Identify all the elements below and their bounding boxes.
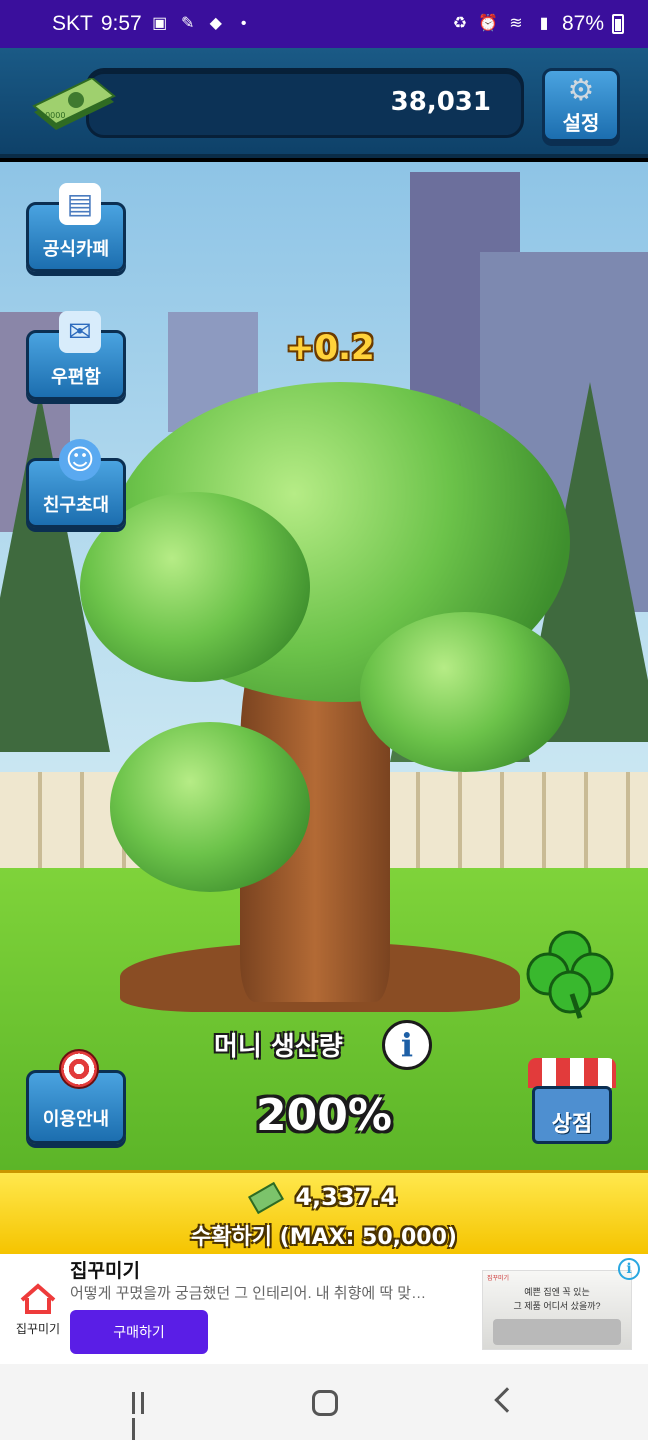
info-button[interactable]: i (382, 1020, 432, 1070)
info-icon: i (400, 1026, 414, 1064)
mail-icon: ✉ (59, 311, 101, 353)
cafe-button[interactable]: ▤ 공식카페 (26, 183, 126, 272)
ad-brand-logo[interactable]: 집꾸미기 (12, 1282, 64, 1337)
back-icon[interactable] (494, 1387, 520, 1413)
ad-banner[interactable]: 집꾸미기 집꾸미기 어떻게 꾸몄을까 궁금했던 그 인테리어. 내 취향에 딱 … (0, 1254, 648, 1364)
status-bar: SKT 9:57 ▣ ✎ ◆ • ♻ ⏰ ≋ ▮ 87% (0, 0, 648, 48)
ad-image-brand: 집꾸미기 (487, 1276, 510, 1282)
signal-icon: ▮ (539, 15, 549, 32)
harvest-label: 수확하기 (MAX: 50,000) (191, 1225, 457, 1250)
tree-canopy (110, 722, 310, 892)
guide-button[interactable]: 이용안내 (26, 1049, 126, 1144)
recycle-icon: ♻ (452, 15, 468, 32)
navigation-bar (0, 1364, 648, 1440)
game-scene[interactable]: +0.2 ▤ 공식카페 ✉ 우편함 ☺ 친구초대 이용안내 머니 생산량 i 2… (0, 162, 648, 1170)
shop-label: 상점 (551, 1112, 593, 1137)
harvest-button[interactable]: 4,337.4 수확하기 (MAX: 50,000) (0, 1170, 648, 1254)
floating-gain-text: +0.2 (286, 328, 375, 368)
cash-icon (247, 1181, 284, 1215)
production-value: 200% (256, 1090, 392, 1141)
dot-icon: • (240, 15, 247, 32)
svg-text:10000: 10000 (40, 111, 65, 120)
cafe-label: 공식카페 (42, 239, 110, 260)
chat-face-icon: ☺ (59, 439, 101, 481)
mailbox-label: 우편함 (51, 367, 101, 388)
ad-buy-button[interactable]: 구매하기 (70, 1310, 208, 1354)
cash-stack-icon: 10000 (32, 78, 116, 130)
mailbox-button[interactable]: ✉ 우편함 (26, 311, 126, 400)
edit-icon: ✎ (181, 15, 195, 32)
status-left: SKT 9:57 ▣ ✎ ◆ • (52, 12, 254, 36)
gear-icon: ⚙ (567, 73, 595, 108)
carrier-label: SKT (52, 12, 93, 35)
settings-button[interactable]: ⚙ 설정 (542, 68, 620, 142)
guide-label: 이용안내 (42, 1109, 110, 1130)
newspaper-icon: ▤ (59, 183, 101, 225)
money-value: 38,031 (390, 87, 491, 117)
shop-button[interactable]: 상점 (528, 1058, 616, 1146)
ad-info-icon[interactable]: i (618, 1258, 640, 1280)
shop-awning-icon (528, 1058, 616, 1088)
alarm-icon: ⏰ (478, 15, 498, 32)
pill-icon: ◆ (209, 15, 222, 32)
tree-canopy (360, 612, 570, 772)
ad-title[interactable]: 집꾸미기 (70, 1256, 140, 1283)
wifi-icon: ≋ (509, 15, 523, 32)
invite-friend-button[interactable]: ☺ 친구초대 (26, 439, 126, 528)
clover-icon[interactable] (524, 928, 616, 1020)
gallery-icon: ▣ (152, 15, 168, 32)
ad-brand-name: 집꾸미기 (15, 1322, 61, 1336)
clock: 9:57 (100, 12, 142, 35)
status-right: ♻ ⏰ ≋ ▮ 87% (450, 12, 624, 36)
ad-description: 어떻게 꾸몄을까 궁금했던 그 인테리어. 내 취향에 딱 맞… (70, 1285, 427, 1302)
ad-image-text-2: 그 제품 어디서 샀을까? (513, 1301, 601, 1311)
ad-image-text-1: 예쁜 집엔 꼭 있는 (524, 1287, 590, 1297)
battery-icon (612, 14, 624, 34)
money-panel: 38,031 (86, 68, 524, 138)
production-label: 머니 생산량 (214, 1032, 343, 1062)
harvest-amount: 4,337.4 (295, 1183, 398, 1211)
invite-label: 친구초대 (42, 495, 110, 516)
bed-illustration (493, 1319, 621, 1345)
ad-image[interactable]: 집꾸미기 예쁜 집엔 꼭 있는 그 제품 어디서 샀을까? (482, 1270, 632, 1350)
recent-apps-icon[interactable] (132, 1392, 156, 1440)
house-icon (20, 1283, 56, 1314)
settings-label: 설정 (562, 111, 600, 135)
target-icon (59, 1049, 99, 1089)
top-bar: 38,031 10000 ⚙ 설정 (0, 48, 648, 158)
harvest-amount-row: 4,337.4 (0, 1181, 648, 1215)
home-icon[interactable] (312, 1390, 338, 1416)
battery-percent: 87% (561, 12, 604, 35)
